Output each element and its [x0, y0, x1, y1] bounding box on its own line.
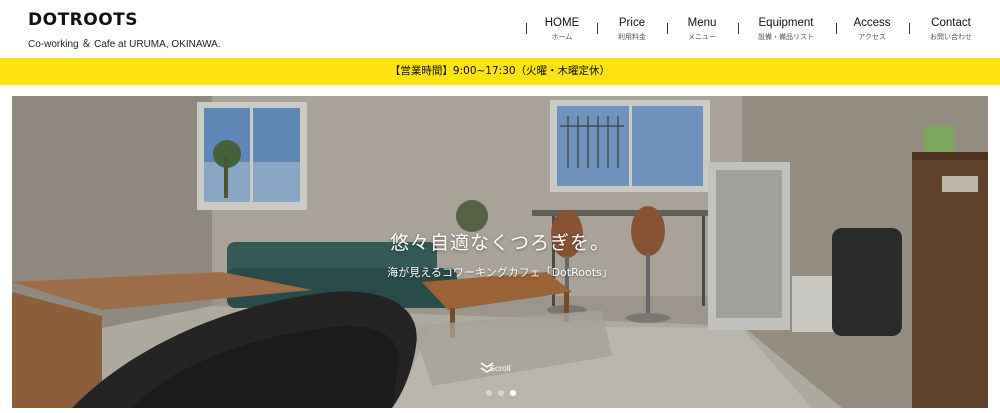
nav-label: Price [618, 17, 646, 29]
nav-label: Menu [687, 17, 717, 29]
site-header: DOTROOTS Co-working ＆ Cafe at URUMA, OKI… [0, 0, 1000, 58]
nav-sublabel: 利用料金 [618, 33, 646, 41]
nav-separator [597, 23, 598, 34]
hero-slideshow: 悠々自適なくつろぎを。 海が見えるコワーキングカフェ「DotRoots」 Scr… [12, 96, 988, 408]
nav-label: Equipment [758, 17, 814, 29]
nav-item-access[interactable]: Access アクセス [848, 17, 896, 42]
nav-separator [526, 23, 527, 34]
double-chevron-down-icon [480, 362, 494, 373]
nav-sublabel: メニュー [688, 33, 716, 41]
hours-text: 【営業時間】9:00~17:30（火曜・木曜定休） [389, 65, 611, 77]
nav-item-contact[interactable]: Contact お問い合わせ [920, 17, 982, 42]
nav-separator [836, 23, 837, 34]
nav-item-price[interactable]: Price 利用料金 [606, 17, 658, 42]
nav-item-menu[interactable]: Menu メニュー [676, 17, 728, 42]
site-tagline: Co-working ＆ Cafe at URUMA, OKINAWA. [28, 39, 221, 50]
nav-label: Access [853, 17, 891, 29]
site-logo[interactable]: DOTROOTS [28, 10, 138, 30]
nav-sublabel: アクセス [858, 33, 886, 41]
hero-subtitle: 海が見えるコワーキングカフェ「DotRoots」 [387, 266, 613, 279]
slide-dot-2[interactable] [498, 390, 504, 396]
nav-label: Contact [931, 17, 971, 29]
slide-dot-3[interactable] [510, 390, 516, 396]
nav-sublabel: ホーム [551, 33, 573, 41]
nav-item-home[interactable]: HOME ホーム [534, 17, 590, 42]
nav-item-equipment[interactable]: Equipment 設備・備品リスト [750, 17, 822, 42]
nav-separator [738, 23, 739, 34]
nav-separator [909, 23, 910, 34]
scroll-button[interactable]: Scroll [480, 362, 520, 373]
nav-label: HOME [544, 17, 580, 29]
hours-banner: 【営業時間】9:00~17:30（火曜・木曜定休） [0, 58, 1000, 85]
slide-dot-1[interactable] [486, 390, 492, 396]
nav-separator [667, 23, 668, 34]
nav-sublabel: 設備・備品リスト [758, 33, 814, 41]
nav-sublabel: お問い合わせ [930, 33, 972, 41]
hero-title: 悠々自適なくつろぎを。 [389, 232, 610, 254]
